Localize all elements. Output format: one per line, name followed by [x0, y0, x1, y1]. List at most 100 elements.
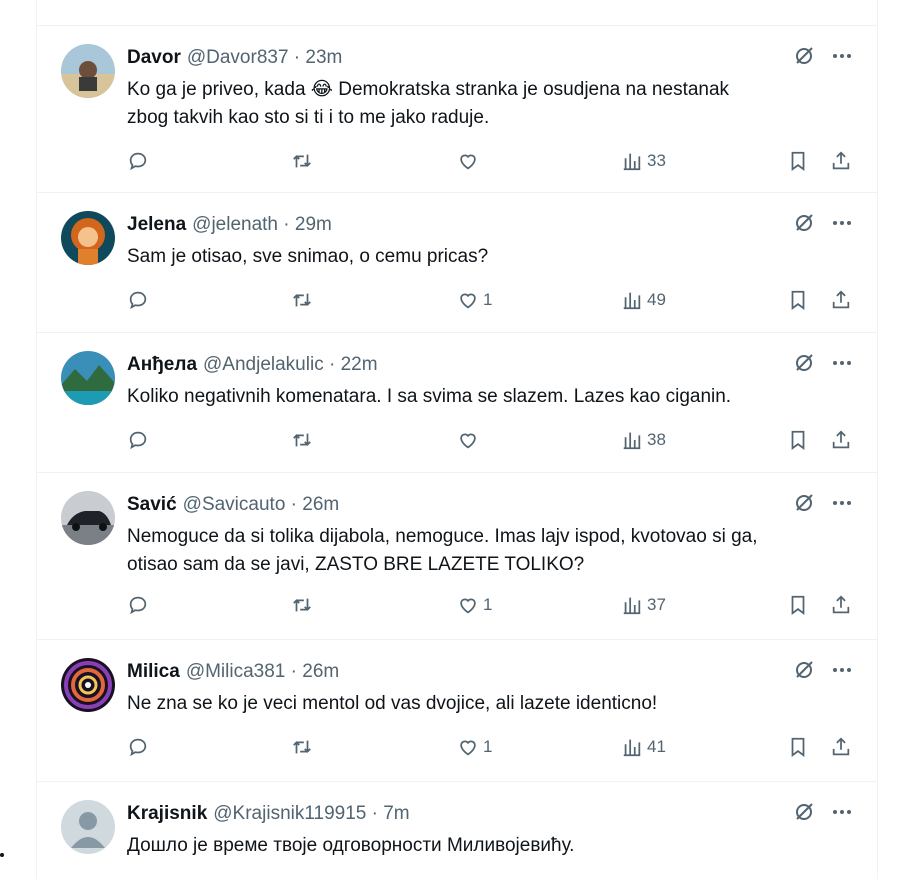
- like-icon: [460, 598, 476, 614]
- tweet-text-line: Sam je otisao, sve snimao, o cemu pricas…: [127, 246, 489, 267]
- like-button[interactable]: [457, 150, 483, 172]
- reply-icon: [129, 152, 147, 171]
- bookmark-button[interactable]: [787, 429, 809, 451]
- like-icon: [460, 293, 476, 309]
- bookmark-icon: [791, 737, 805, 757]
- tweet-text: Дошло је време твоје одговорности Миливо…: [127, 832, 847, 860]
- like-icon: [460, 433, 476, 449]
- tweet-text-line: Дошло је време твоје одговорности Миливо…: [127, 835, 575, 856]
- more-icon[interactable]: [831, 801, 853, 823]
- reply-button[interactable]: [127, 289, 149, 311]
- grok-icon[interactable]: [793, 801, 815, 823]
- reply-feed: Davor @Davor837 · 23m Ko ga je priveo, k…: [36, 0, 878, 879]
- views-button[interactable]: 33: [621, 150, 666, 172]
- share-button[interactable]: [830, 594, 852, 616]
- avatar[interactable]: [61, 658, 115, 712]
- retweet-icon: [293, 154, 311, 168]
- share-button[interactable]: [830, 736, 852, 758]
- display-name[interactable]: Анђела: [127, 354, 197, 376]
- reply-icon: [129, 738, 147, 757]
- tweet-andjela[interactable]: Анђела @Andjelakulic · 22m Koliko negati…: [37, 333, 877, 473]
- share-button[interactable]: [830, 289, 852, 311]
- display-name[interactable]: Jelena: [127, 214, 186, 236]
- share-button[interactable]: [830, 429, 852, 451]
- reply-button[interactable]: [127, 150, 149, 172]
- display-name[interactable]: Krajisnik: [127, 803, 207, 825]
- timestamp[interactable]: 23m: [305, 47, 342, 69]
- handle[interactable]: @Savicauto: [183, 494, 286, 516]
- retweet-button[interactable]: [291, 289, 313, 311]
- tweet-text-line: Nemoguce da si tolika dijabola, nemoguce…: [127, 526, 758, 547]
- reply-button[interactable]: [127, 736, 149, 758]
- tweet-davor[interactable]: Davor @Davor837 · 23m Ko ga je priveo, k…: [37, 26, 877, 193]
- like-button[interactable]: [457, 429, 483, 451]
- like-button[interactable]: 1: [457, 289, 492, 311]
- reply-button[interactable]: [127, 429, 149, 451]
- bookmark-button[interactable]: [787, 736, 809, 758]
- bookmark-icon: [791, 430, 805, 450]
- display-name[interactable]: Milica: [127, 661, 180, 683]
- views-count: 41: [647, 737, 666, 756]
- more-icon[interactable]: [831, 45, 853, 67]
- timestamp[interactable]: 26m: [302, 661, 339, 683]
- reply-button[interactable]: [127, 594, 149, 616]
- like-count: 1: [483, 737, 493, 756]
- bookmark-button[interactable]: [787, 289, 809, 311]
- retweet-button[interactable]: [291, 429, 313, 451]
- timestamp[interactable]: 26m: [302, 494, 339, 516]
- grok-icon[interactable]: [793, 45, 815, 67]
- views-count: 33: [647, 151, 666, 170]
- grok-icon[interactable]: [793, 492, 815, 514]
- avatar[interactable]: [61, 44, 115, 98]
- like-button[interactable]: 1: [457, 736, 492, 758]
- like-count: 1: [483, 595, 493, 614]
- bookmark-button[interactable]: [787, 594, 809, 616]
- tweet-krajisnik[interactable]: Krajisnik @Krajisnik119915 · 7m Дошло је…: [37, 782, 877, 879]
- like-button[interactable]: 1: [457, 594, 492, 616]
- views-count: 38: [647, 430, 666, 449]
- tweet-text: Ne zna se ko je veci mentol od vas dvoji…: [127, 690, 847, 718]
- handle[interactable]: @Krajisnik119915: [213, 803, 366, 825]
- handle[interactable]: @jelenath: [192, 214, 278, 236]
- retweet-button[interactable]: [291, 594, 313, 616]
- handle[interactable]: @Milica381: [186, 661, 286, 683]
- more-icon[interactable]: [831, 352, 853, 374]
- bookmark-icon: [791, 595, 805, 615]
- grok-icon[interactable]: [793, 352, 815, 374]
- more-icon[interactable]: [831, 212, 853, 234]
- tweet-actions: 1 41: [127, 736, 857, 760]
- retweet-icon: [293, 433, 311, 447]
- grok-icon[interactable]: [793, 212, 815, 234]
- more-icon[interactable]: [831, 659, 853, 681]
- timestamp[interactable]: 22m: [341, 354, 378, 376]
- tweet-savic[interactable]: Savić @Savicauto · 26m Nemoguce da si to…: [37, 473, 877, 640]
- grok-icon[interactable]: [793, 659, 815, 681]
- tweet-milica[interactable]: Milica @Milica381 · 26m Ne zna se ko je …: [37, 640, 877, 782]
- display-name[interactable]: Davor: [127, 47, 181, 69]
- views-button[interactable]: 41: [621, 736, 666, 758]
- views-button[interactable]: 37: [621, 594, 666, 616]
- bookmark-button[interactable]: [787, 150, 809, 172]
- handle[interactable]: @Davor837: [187, 47, 289, 69]
- avatar[interactable]: [61, 800, 115, 854]
- tweet-jelena[interactable]: Jelena @jelenath · 29m Sam je otisao, sv…: [37, 193, 877, 333]
- timestamp[interactable]: 29m: [295, 214, 332, 236]
- views-button[interactable]: 38: [621, 429, 666, 451]
- retweet-button[interactable]: [291, 150, 313, 172]
- share-icon: [832, 151, 850, 170]
- avatar[interactable]: [61, 491, 115, 545]
- views-button[interactable]: 49: [621, 289, 666, 311]
- display-name[interactable]: Savić: [127, 494, 177, 516]
- tweet-text: Koliko negativnih komenatara. I sa svima…: [127, 383, 847, 411]
- tweet-text: Nemoguce da si tolika dijabola, nemoguce…: [127, 523, 847, 579]
- avatar[interactable]: [61, 211, 115, 265]
- more-icon[interactable]: [831, 492, 853, 514]
- timestamp[interactable]: 7m: [383, 803, 409, 825]
- previous-tweet-actions-stub: [37, 0, 877, 26]
- share-button[interactable]: [830, 150, 852, 172]
- retweet-button[interactable]: [291, 736, 313, 758]
- tweet-text-line: Koliko negativnih komenatara. I sa svima…: [127, 386, 732, 407]
- handle[interactable]: @Andjelakulic: [203, 354, 324, 376]
- avatar[interactable]: [61, 351, 115, 405]
- views-count: 37: [647, 595, 666, 614]
